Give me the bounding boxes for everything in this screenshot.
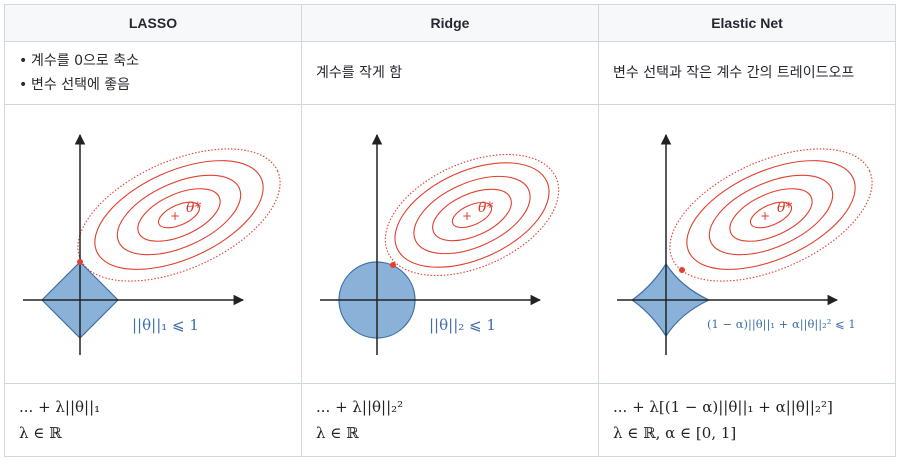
ridge-parameter-domain: λ ∈ ℝ xyxy=(316,424,359,442)
formula-row: ... + λ||θ||₁ λ ∈ ℝ ... + λ||θ||₂² λ ∈ ℝ… xyxy=(4,383,896,457)
elastic-net-plot: + θ* (1 − α)||θ||₁ + α||θ||₂² ⩽ 1 xyxy=(617,133,873,355)
list-item: 계수를 0으로 축소 xyxy=(19,49,287,73)
lasso-plot-cell: + θ* ||θ||₁ ⩽ 1 xyxy=(4,104,302,384)
lasso-bullet-list: 계수를 0으로 축소 변수 선택에 좋음 xyxy=(19,49,287,97)
lasso-plot: + θ* ||θ||₁ ⩽ 1 xyxy=(23,133,281,355)
ridge-formula: ... + λ||θ||₂² λ ∈ ℝ xyxy=(301,383,599,457)
lasso-penalty-term: ... + λ||θ||₁ xyxy=(19,398,101,416)
plot-row: + θ* ||θ||₁ ⩽ 1 + θ* ||θ||₂ ⩽ 1 + θ* (1 … xyxy=(4,104,896,384)
list-item: 변수 선택에 좋음 xyxy=(19,73,287,97)
contour-ellipse xyxy=(669,148,873,282)
theta-center-marker: + xyxy=(170,209,180,223)
regularization-comparison-table: LASSO Ridge Elastic Net 계수를 0으로 축소 변수 선택… xyxy=(4,4,896,457)
ridge-plot-cell: + θ* ||θ||₂ ⩽ 1 xyxy=(301,104,599,384)
tangent-point xyxy=(77,259,83,265)
ridge-description: 계수를 작게 함 xyxy=(301,41,599,105)
constraint-label: (1 − α)||θ||₁ + α||θ||₂² ⩽ 1 xyxy=(707,317,856,332)
header-lasso: LASSO xyxy=(4,4,302,42)
header-row: LASSO Ridge Elastic Net xyxy=(4,4,896,42)
elastic-net-penalty-term: ... + λ[(1 − α)||θ||₁ + α||θ||₂²] xyxy=(613,398,833,416)
theta-center-marker: + xyxy=(760,209,770,223)
tangent-point xyxy=(390,262,396,268)
ridge-description-text: 계수를 작게 함 xyxy=(316,65,403,81)
lasso-formula: ... + λ||θ||₁ λ ∈ ℝ xyxy=(4,383,302,457)
header-ridge: Ridge xyxy=(301,4,599,42)
elastic-net-formula: ... + λ[(1 − α)||θ||₁ + α||θ||₂²] λ ∈ ℝ,… xyxy=(598,383,896,457)
contour-ellipse xyxy=(729,188,813,242)
lasso-parameter-domain: λ ∈ ℝ xyxy=(19,424,62,442)
theta-star-label: θ* xyxy=(478,200,493,216)
lasso-description: 계수를 0으로 축소 변수 선택에 좋음 xyxy=(4,41,302,105)
description-row: 계수를 0으로 축소 변수 선택에 좋음 계수를 작게 함 변수 선택과 작은 … xyxy=(4,41,896,105)
elastic-net-plot-cell: + θ* (1 − α)||θ||₁ + α||θ||₂² ⩽ 1 xyxy=(598,104,896,384)
elastic-net-description-text: 변수 선택과 작은 계수 간의 트레이드오프 xyxy=(613,65,855,81)
tangent-point xyxy=(679,267,685,273)
elastic-net-description: 변수 선택과 작은 계수 간의 트레이드오프 xyxy=(598,41,896,105)
theta-star-label: θ* xyxy=(186,200,201,216)
constraint-label: ||θ||₁ ⩽ 1 xyxy=(132,316,199,334)
constraint-label: ||θ||₂ ⩽ 1 xyxy=(429,316,496,334)
ridge-penalty-term: ... + λ||θ||₂² xyxy=(316,398,404,416)
theta-star-label: θ* xyxy=(777,200,792,216)
ridge-plot: + θ* ||θ||₂ ⩽ 1 xyxy=(320,133,560,355)
header-elastic-net: Elastic Net xyxy=(598,4,896,42)
contour-ellipse xyxy=(708,174,834,256)
theta-center-marker: + xyxy=(462,209,472,223)
contour-ellipses xyxy=(669,148,873,282)
contour-ellipse xyxy=(686,160,856,270)
elastic-net-parameter-domain: λ ∈ ℝ, α ∈ [0, 1] xyxy=(613,424,737,442)
